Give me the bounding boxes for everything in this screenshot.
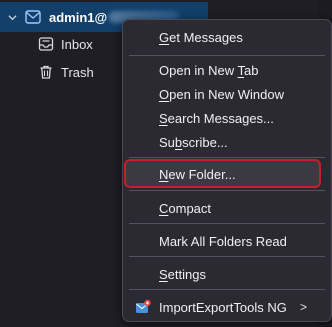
mail-account-icon	[25, 10, 41, 24]
menu-item-open-new-tab[interactable]: Open in New Tab	[123, 58, 331, 82]
inbox-icon	[38, 37, 54, 51]
account-name: admin1@	[49, 9, 108, 25]
folder-label-trash: Trash	[61, 64, 94, 80]
folder-label-inbox: Inbox	[61, 36, 93, 52]
menu-item-importexporttools[interactable]: ImportExportTools NG >	[123, 295, 331, 319]
folder-item-trash[interactable]: Trash	[0, 59, 130, 85]
folder-item-inbox[interactable]: Inbox	[0, 31, 130, 57]
menu-item-new-folder[interactable]: New Folder...	[123, 162, 331, 186]
importexport-addon-icon	[136, 299, 151, 313]
menu-separator	[129, 256, 325, 257]
menu-separator	[129, 289, 325, 290]
menu-separator	[129, 190, 325, 191]
menu-item-open-new-window[interactable]: Open in New Window	[123, 82, 331, 106]
menu-item-settings[interactable]: Settings	[123, 262, 331, 286]
trash-icon	[40, 65, 52, 79]
chevron-down-icon[interactable]	[8, 13, 17, 22]
menu-separator	[129, 55, 325, 56]
menu-item-search-messages[interactable]: Search Messages...	[123, 106, 331, 130]
menu-separator	[129, 223, 325, 224]
menu-item-compact[interactable]: Compact	[123, 196, 331, 220]
folder-context-menu: Get Messages Open in New Tab Open in New…	[122, 19, 332, 322]
submenu-arrow-icon: >	[299, 300, 307, 314]
menu-item-subscribe[interactable]: Subscribe...	[123, 130, 331, 154]
menu-item-mark-all-read[interactable]: Mark All Folders Read	[123, 229, 331, 253]
menu-separator	[129, 157, 325, 158]
menu-item-get-messages[interactable]: Get Messages	[123, 25, 331, 49]
